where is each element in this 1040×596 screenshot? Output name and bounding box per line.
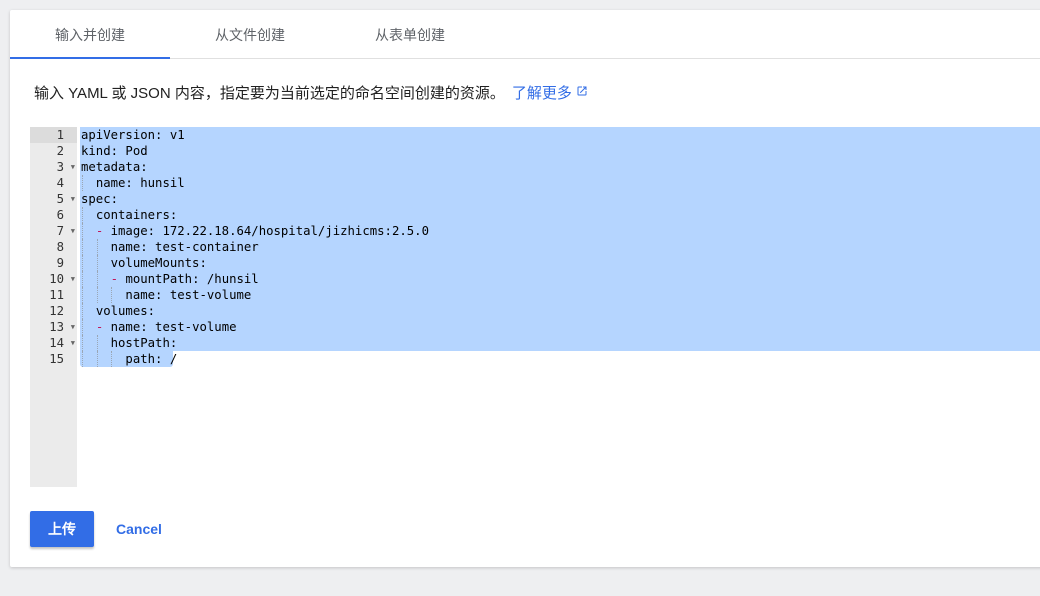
code-line: name: test-container bbox=[81, 239, 259, 255]
code-line: apiVersion: v1 bbox=[81, 127, 185, 143]
description: 输入 YAML 或 JSON 内容，指定要为当前选定的命名空间创建的资源。 了解… bbox=[34, 82, 588, 103]
list-dash: - bbox=[95, 224, 111, 238]
yaml-value: hunsil bbox=[132, 176, 185, 190]
line-number-label: 4 bbox=[56, 176, 64, 190]
line-number-label: 6 bbox=[56, 208, 64, 222]
yaml-key: hostPath: bbox=[110, 336, 178, 350]
code-line: - image: 172.22.18.64/hospital/jizhicms:… bbox=[81, 223, 429, 239]
fold-toggle-icon[interactable]: ▼ bbox=[71, 191, 75, 207]
line-number-label: 10 bbox=[49, 272, 64, 286]
code-line: spec: bbox=[81, 191, 118, 207]
line-number-label: 8 bbox=[56, 240, 64, 254]
line-number-label: 7 bbox=[56, 224, 64, 238]
open-in-new-icon bbox=[576, 84, 588, 101]
line-number-label: 9 bbox=[56, 256, 64, 270]
tab-input-and-create[interactable]: 输入并创建 bbox=[10, 10, 170, 59]
code-line: containers: bbox=[81, 207, 177, 223]
line-number-gutter: 1 2 3 ▼ 4 5 ▼ 6 7 ▼ 8 9 10 ▼ 11 12 13 ▼ 14 ▼ 15 bbox=[30, 127, 77, 487]
fold-toggle-icon[interactable]: ▼ bbox=[71, 159, 75, 175]
code-line: - mountPath: /hunsil bbox=[81, 271, 259, 287]
yaml-value: test-volume bbox=[162, 288, 252, 302]
line-number: 11 bbox=[30, 287, 77, 303]
fold-toggle-icon[interactable]: ▼ bbox=[71, 335, 75, 351]
fold-toggle-icon[interactable]: ▼ bbox=[71, 223, 75, 239]
yaml-key: metadata: bbox=[81, 160, 148, 174]
learn-more-link[interactable]: 了解更多 bbox=[512, 82, 588, 103]
yaml-value: test-volume bbox=[147, 320, 237, 334]
line-number-label: 1 bbox=[56, 128, 64, 142]
line-number: 15 bbox=[30, 351, 77, 367]
description-text: 输入 YAML 或 JSON 内容，指定要为当前选定的命名空间创建的资源。 bbox=[34, 85, 505, 102]
code-line: - name: test-volume bbox=[81, 319, 237, 335]
code-line: volumes: bbox=[81, 303, 155, 319]
list-dash: - bbox=[110, 272, 126, 286]
line-number-label: 3 bbox=[56, 160, 64, 174]
learn-more-label: 了解更多 bbox=[511, 85, 572, 102]
code-line: path: / bbox=[81, 351, 177, 367]
yaml-key: mountPath: bbox=[125, 272, 200, 286]
yaml-value: / bbox=[162, 352, 178, 366]
line-number: 9 bbox=[30, 255, 77, 271]
yaml-value: v1 bbox=[162, 128, 185, 142]
cancel-button[interactable]: Cancel bbox=[108, 511, 170, 547]
yaml-value: /hunsil bbox=[199, 272, 259, 286]
line-number-label: 14 bbox=[49, 336, 64, 350]
yaml-key: image: bbox=[110, 224, 156, 238]
yaml-key: name: bbox=[125, 288, 163, 302]
yaml-key: name: bbox=[110, 240, 148, 254]
line-number: 13 ▼ bbox=[30, 319, 77, 335]
tab-create-from-form[interactable]: 从表单创建 bbox=[330, 10, 490, 59]
line-number-label: 2 bbox=[56, 144, 64, 158]
line-number: 7 ▼ bbox=[30, 223, 77, 239]
yaml-key: volumes: bbox=[95, 304, 156, 318]
line-number: 3 ▼ bbox=[30, 159, 77, 175]
tab-create-from-file[interactable]: 从文件创建 bbox=[170, 10, 330, 59]
yaml-key: name: bbox=[95, 176, 133, 190]
fold-toggle-icon[interactable]: ▼ bbox=[71, 319, 75, 335]
line-number: 8 bbox=[30, 239, 77, 255]
line-number-label: 5 bbox=[56, 192, 64, 206]
line-number: 6 bbox=[30, 207, 77, 223]
line-number: 14 ▼ bbox=[30, 335, 77, 351]
yaml-key: kind: bbox=[81, 144, 119, 158]
yaml-key: name: bbox=[110, 320, 148, 334]
code-line: name: hunsil bbox=[81, 175, 185, 191]
create-resource-card: 输入并创建 从文件创建 从表单创建 输入 YAML 或 JSON 内容，指定要为… bbox=[10, 10, 1040, 567]
code-line: kind: Pod bbox=[81, 143, 148, 159]
upload-button[interactable]: 上传 bbox=[30, 511, 94, 547]
fold-toggle-icon[interactable]: ▼ bbox=[71, 271, 75, 287]
yaml-value: Pod bbox=[118, 144, 148, 158]
line-number: 4 bbox=[30, 175, 77, 191]
line-number: 5 ▼ bbox=[30, 191, 77, 207]
line-number-label: 13 bbox=[49, 320, 64, 334]
code-line: name: test-volume bbox=[81, 287, 251, 303]
code-line: metadata: bbox=[81, 159, 148, 175]
yaml-key: apiVersion: bbox=[81, 128, 163, 142]
line-number: 10 ▼ bbox=[30, 271, 77, 287]
code-line: hostPath: bbox=[81, 335, 178, 351]
list-dash: - bbox=[95, 320, 111, 334]
yaml-key: volumeMounts: bbox=[110, 256, 207, 270]
code-line: volumeMounts: bbox=[81, 255, 207, 271]
line-number: 2 bbox=[30, 143, 77, 159]
line-number-label: 12 bbox=[49, 304, 64, 318]
tab-bar: 输入并创建 从文件创建 从表单创建 bbox=[10, 10, 1040, 59]
yaml-value: test-container bbox=[147, 240, 259, 254]
yaml-editor[interactable]: 1 2 3 ▼ 4 5 ▼ 6 7 ▼ 8 9 10 ▼ 11 12 13 ▼ 14 ▼ 15 apiVersion: … bbox=[30, 127, 1040, 487]
line-number-label: 11 bbox=[49, 288, 64, 302]
line-number: 1 bbox=[30, 127, 77, 143]
yaml-key: spec: bbox=[81, 192, 119, 206]
line-number-label: 15 bbox=[49, 352, 64, 366]
line-number: 12 bbox=[30, 303, 77, 319]
yaml-key: path: bbox=[125, 352, 163, 366]
yaml-key: containers: bbox=[95, 208, 178, 222]
active-tab-indicator bbox=[10, 57, 170, 59]
yaml-value: 172.22.18.64/hospital/jizhicms:2.5.0 bbox=[155, 224, 429, 238]
